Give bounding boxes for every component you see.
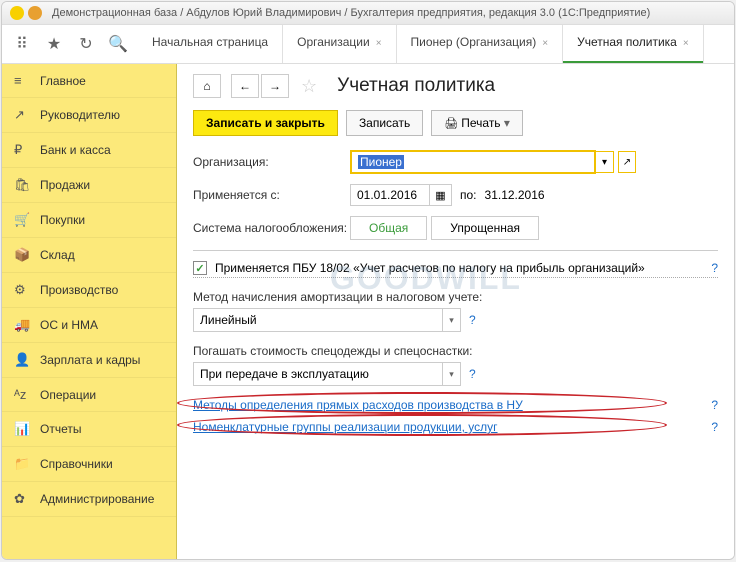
sidebar-item-9[interactable]: ᴬz Операции xyxy=(2,378,176,412)
home-button[interactable]: ⌂ xyxy=(193,74,221,98)
tab-1[interactable]: Организации× xyxy=(283,25,396,63)
sidebar-label: Покупки xyxy=(40,213,85,227)
titlebar: Демонстрационная база / Абдулов Юрий Вла… xyxy=(2,2,734,25)
tax-simple-button[interactable]: Упрощенная xyxy=(431,216,539,240)
help-icon[interactable]: ? xyxy=(469,313,476,327)
sidebar-item-1[interactable]: ↗ Руководителю xyxy=(2,98,176,133)
amort-label: Метод начисления амортизации в налоговом… xyxy=(193,290,718,304)
search-icon[interactable]: 🔍 xyxy=(102,25,134,63)
sidebar-item-2[interactable]: ₽ Банк и касса xyxy=(2,133,176,168)
sidebar-icon: ⚙ xyxy=(14,282,32,298)
forward-button[interactable]: → xyxy=(261,74,289,98)
amort-select[interactable] xyxy=(193,308,443,332)
sidebar-icon: ✿ xyxy=(14,491,32,507)
sidebar-icon: ᴬz xyxy=(14,387,32,402)
tab-close-icon[interactable]: × xyxy=(683,38,689,49)
spec-dropdown-button[interactable]: ▾ xyxy=(443,362,461,386)
link-direct-costs[interactable]: Методы определения прямых расходов произ… xyxy=(193,398,523,412)
sidebar-item-10[interactable]: 📊 Отчеты xyxy=(2,412,176,447)
tax-general-button[interactable]: Общая xyxy=(350,216,427,240)
spec-label: Погашать стоимость спецодежды и спецосна… xyxy=(193,344,718,358)
tab-close-icon[interactable]: × xyxy=(376,38,382,49)
org-input[interactable]: Пионер xyxy=(350,150,596,174)
calendar-icon[interactable]: ▦ xyxy=(430,184,452,206)
sidebar-item-3[interactable]: 🛍 Продажи xyxy=(2,168,176,203)
org-open-button[interactable]: ↗ xyxy=(618,151,636,173)
titlebar-text: Демонстрационная база / Абдулов Юрий Вла… xyxy=(52,7,650,19)
help-icon[interactable]: ? xyxy=(469,367,476,381)
star-icon[interactable]: ☆ xyxy=(301,76,317,97)
sidebar-icon: 📊 xyxy=(14,421,32,437)
org-dropdown-button[interactable]: ▾ xyxy=(596,151,614,173)
help-icon[interactable]: ? xyxy=(711,261,718,275)
sidebar-icon: ≡ xyxy=(14,73,32,88)
save-button[interactable]: Записать xyxy=(346,110,423,136)
page-title: Учетная политика xyxy=(337,75,495,97)
sidebar-label: Продажи xyxy=(40,178,90,192)
sidebar-label: Операции xyxy=(40,388,96,402)
app-icon xyxy=(10,6,24,20)
sidebar-label: Руководителю xyxy=(40,108,120,122)
back-button[interactable]: ← xyxy=(231,74,259,98)
help-icon[interactable]: ? xyxy=(711,420,718,434)
sidebar-label: Отчеты xyxy=(40,422,81,436)
topbar: ⠿ ★ ↻ 🔍 Начальная страницаОрганизации×Пи… xyxy=(2,25,734,64)
link-nomenclature-groups[interactable]: Номенклатурные группы реализации продукц… xyxy=(193,420,498,434)
sidebar-item-0[interactable]: ≡ Главное xyxy=(2,64,176,98)
favorite-icon[interactable]: ★ xyxy=(38,25,70,63)
app-icon-2 xyxy=(28,6,42,20)
sidebar-label: Банк и касса xyxy=(40,143,111,157)
pbu-checkbox[interactable]: ✓ xyxy=(193,261,207,275)
sidebar-item-5[interactable]: 📦 Склад xyxy=(2,238,176,273)
org-label: Организация: xyxy=(193,155,350,169)
save-close-button[interactable]: Записать и закрыть xyxy=(193,110,338,136)
print-button[interactable]: Печать xyxy=(431,110,523,136)
tab-2[interactable]: Пионер (Организация)× xyxy=(397,25,564,63)
sidebar-item-7[interactable]: 🚚 ОС и НМА xyxy=(2,308,176,343)
date-to-label: по: xyxy=(460,188,477,202)
sidebar-icon: 🛒 xyxy=(14,212,32,228)
sidebar-icon: ₽ xyxy=(14,142,32,158)
sidebar: ≡ Главное ↗ Руководителю ₽ Банк и касса 🛍 Прода… xyxy=(2,64,177,559)
sidebar-item-11[interactable]: 📁 Справочники xyxy=(2,447,176,482)
sidebar-label: Склад xyxy=(40,248,75,262)
spec-select[interactable] xyxy=(193,362,443,386)
sidebar-icon: 📦 xyxy=(14,247,32,263)
date-to-value: 31.12.2016 xyxy=(485,188,545,202)
sidebar-label: Зарплата и кадры xyxy=(40,353,140,367)
sidebar-label: Справочники xyxy=(40,457,113,471)
help-icon[interactable]: ? xyxy=(711,398,718,412)
content: ⌂ ← → ☆ Учетная политика Записать и закр… xyxy=(177,64,734,559)
tab-0[interactable]: Начальная страница xyxy=(138,25,283,63)
sidebar-icon: 📁 xyxy=(14,456,32,472)
sidebar-label: Главное xyxy=(40,74,86,88)
sidebar-label: Администрирование xyxy=(40,492,154,506)
tax-label: Система налогообложения: xyxy=(193,221,350,235)
date-from-input[interactable] xyxy=(350,184,430,206)
sidebar-icon: 👤 xyxy=(14,352,32,368)
apps-icon[interactable]: ⠿ xyxy=(6,25,38,63)
sidebar-item-6[interactable]: ⚙ Производство xyxy=(2,273,176,308)
sidebar-label: ОС и НМА xyxy=(40,318,98,332)
amort-dropdown-button[interactable]: ▾ xyxy=(443,308,461,332)
tab-close-icon[interactable]: × xyxy=(542,38,548,49)
sidebar-item-8[interactable]: 👤 Зарплата и кадры xyxy=(2,343,176,378)
sidebar-label: Производство xyxy=(40,283,118,297)
tab-3[interactable]: Учетная политика× xyxy=(563,25,704,63)
pbu-label: Применяется ПБУ 18/02 «Учет расчетов по … xyxy=(215,261,645,275)
applies-label: Применяется с: xyxy=(193,188,350,202)
sidebar-icon: 🚚 xyxy=(14,317,32,333)
sidebar-icon: 🛍 xyxy=(14,177,32,193)
sidebar-item-12[interactable]: ✿ Администрирование xyxy=(2,482,176,517)
sidebar-icon: ↗ xyxy=(14,107,32,123)
history-icon[interactable]: ↻ xyxy=(70,25,102,63)
sidebar-item-4[interactable]: 🛒 Покупки xyxy=(2,203,176,238)
